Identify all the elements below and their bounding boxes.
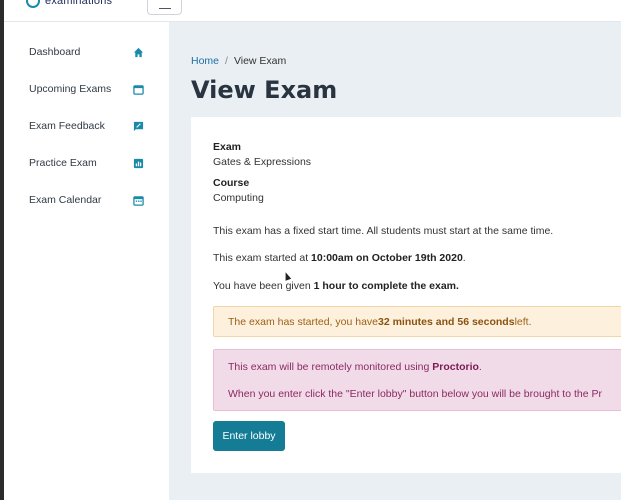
time-remaining-alert: The exam has started, you have 32 minute… (213, 306, 621, 337)
time-remaining-suffix: left. (514, 315, 532, 328)
top-bar: examinations (4, 0, 621, 22)
sidebar-item-label: Practice Exam (29, 157, 97, 169)
calendar-icon (132, 83, 144, 95)
proctoring-prefix: This exam will be remotely monitored usi… (228, 361, 433, 373)
time-remaining-prefix: The exam has started, you have (228, 315, 378, 328)
sidebar-item-upcoming-exams[interactable]: Upcoming Exams (4, 77, 169, 101)
calendar-grid-icon (132, 194, 144, 206)
sidebar-item-label: Dashboard (29, 46, 81, 58)
proctoring-line-2: When you enter click the "Enter lobby" b… (228, 388, 602, 400)
proctoring-brand: Proctorio (432, 361, 479, 373)
sidebar-item-exam-calendar[interactable]: Exam Calendar (4, 188, 169, 212)
course-label: Course (213, 177, 250, 189)
proctoring-line-1: This exam will be remotely monitored usi… (228, 361, 482, 373)
menu-toggle-button[interactable] (147, 0, 182, 15)
sidebar-item-exam-feedback[interactable]: Exam Feedback (4, 114, 169, 138)
sidebar-item-label: Exam Feedback (29, 120, 105, 132)
start-time-prefix: This exam started at (213, 252, 312, 264)
duration-text: You have been given 1 hour to complete t… (213, 280, 459, 292)
start-time-text: This exam started at 10:00am on October … (213, 252, 466, 264)
proctoring-suffix: . (478, 361, 482, 373)
duration-value: 1 hour to complete the exam. (313, 280, 459, 292)
breadcrumb-separator: / (225, 55, 228, 67)
exam-details-card: Exam Gates & Expressions Course Computin… (191, 117, 621, 473)
feedback-icon (132, 120, 144, 132)
exam-label: Exam (213, 141, 242, 153)
course-value: Computing (213, 192, 264, 204)
breadcrumb: Home / View Exam (191, 55, 286, 67)
app-logo[interactable]: examinations (26, 0, 112, 9)
logo-text: examinations (45, 0, 113, 7)
breadcrumb-home-link[interactable]: Home (191, 55, 219, 67)
hamburger-icon (158, 8, 171, 9)
time-remaining-value: 32 minutes and 56 seconds (378, 315, 515, 328)
enter-lobby-button[interactable]: Enter lobby (213, 421, 285, 451)
proctoring-alert: This exam will be remotely monitored usi… (213, 349, 621, 411)
sidebar-item-label: Upcoming Exams (29, 83, 112, 95)
sidebar-item-practice-exam[interactable]: Practice Exam (4, 151, 169, 175)
duration-prefix: You have been given (213, 280, 314, 292)
sidebar-item-dashboard[interactable]: Dashboard (4, 40, 169, 64)
sidebar: Dashboard Upcoming Exams Exam Feedback P… (4, 22, 169, 500)
exam-value: Gates & Expressions (213, 156, 312, 168)
main-content: Home / View Exam View Exam Exam Gates & … (169, 22, 621, 500)
home-icon (132, 46, 144, 58)
page-title: View Exam (191, 76, 338, 104)
start-time-value: 10:00am on October 19th 2020 (311, 252, 463, 264)
fixed-start-notice: This exam has a fixed start time. All st… (213, 225, 554, 237)
breadcrumb-current: View Exam (233, 55, 287, 67)
chart-icon (132, 157, 144, 169)
logo-icon (26, 0, 40, 8)
sidebar-item-label: Exam Calendar (29, 194, 102, 206)
start-time-suffix: . (462, 252, 466, 264)
